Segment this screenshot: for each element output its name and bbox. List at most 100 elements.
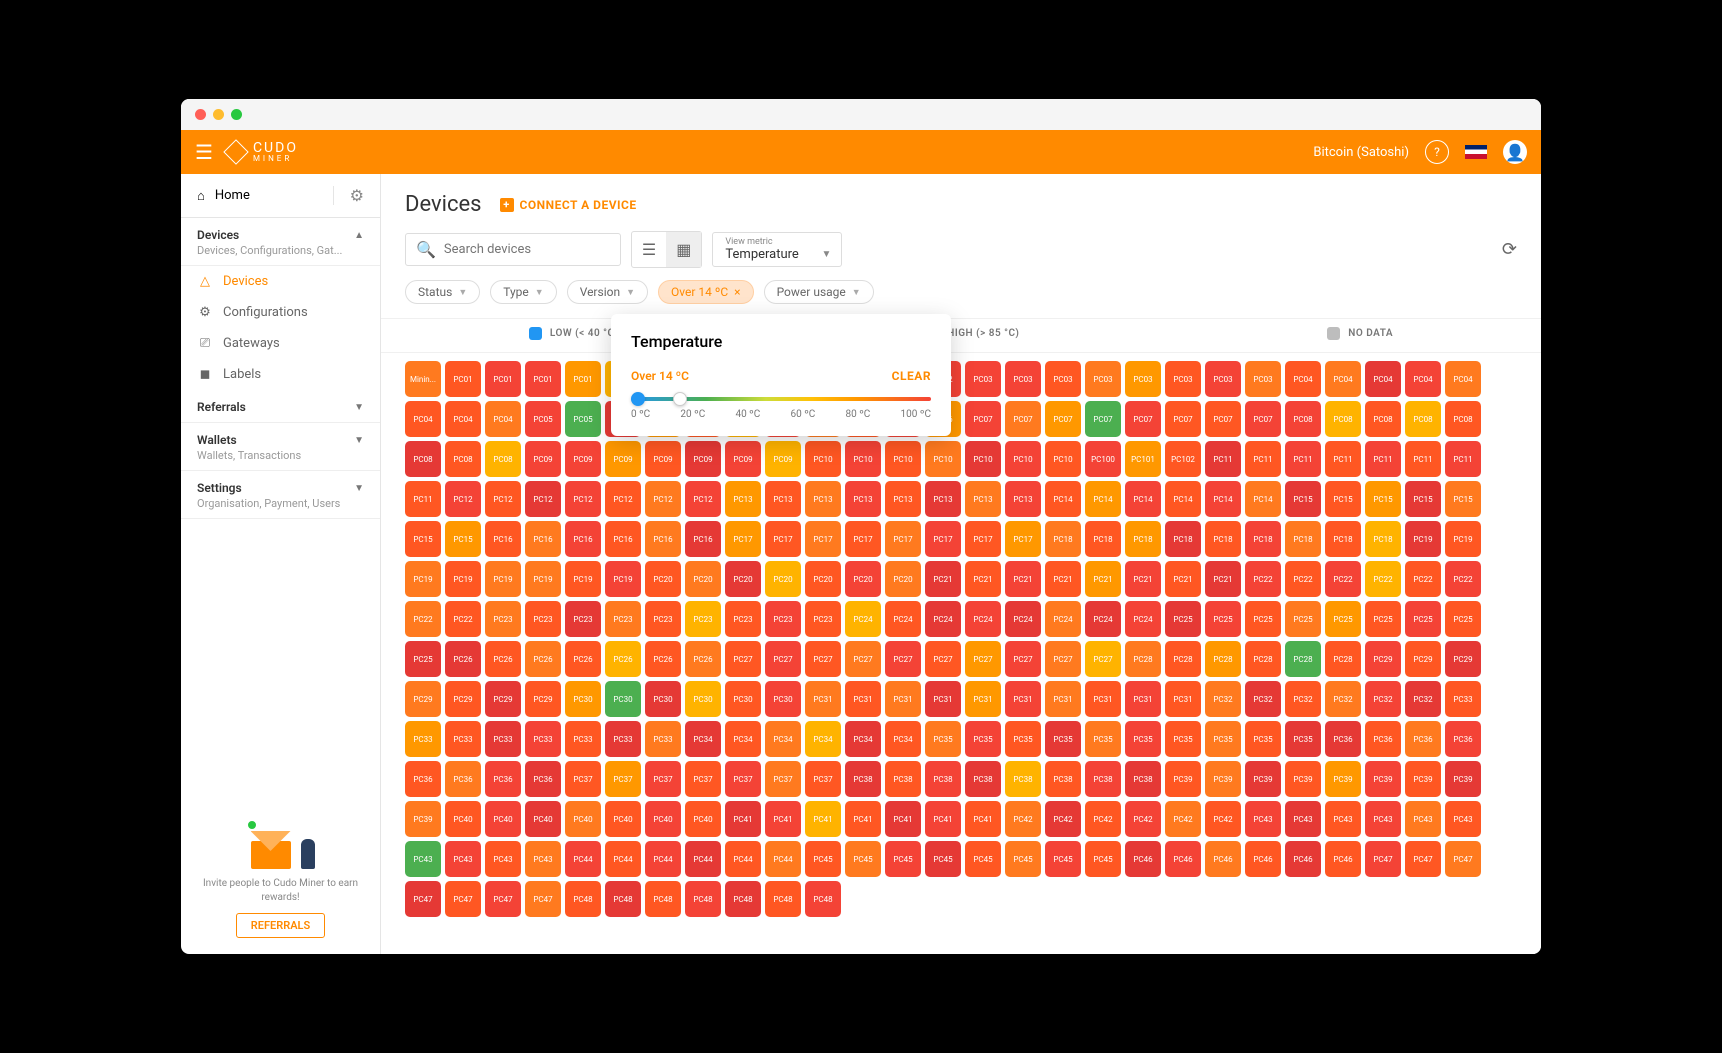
device-tile[interactable]: PC18 [1125,521,1161,557]
device-tile[interactable]: PC27 [1005,641,1041,677]
filter-chip[interactable]: Over 14 ºC× [658,280,754,304]
device-tile[interactable]: PC24 [1125,601,1161,637]
device-tile[interactable]: PC38 [1045,761,1081,797]
device-tile[interactable]: PC24 [965,601,1001,637]
device-tile[interactable]: PC43 [1245,801,1281,837]
device-tile[interactable]: PC18 [1365,521,1401,557]
device-tile[interactable]: PC11 [1285,441,1321,477]
slider-handle-max[interactable] [673,392,687,406]
device-tile[interactable]: PC18 [1085,521,1121,557]
device-tile[interactable]: PC19 [405,561,441,597]
device-tile[interactable]: PC10 [885,441,921,477]
device-tile[interactable]: PC21 [1085,561,1121,597]
device-tile[interactable]: PC36 [1325,721,1361,757]
device-tile[interactable]: PC47 [1445,841,1481,877]
sidebar-item[interactable]: △Devices [181,266,380,297]
device-tile[interactable]: PC38 [965,761,1001,797]
device-tile[interactable]: PC12 [685,481,721,517]
device-tile[interactable]: PC28 [1165,641,1201,677]
device-tile[interactable]: PC22 [1445,561,1481,597]
device-tile[interactable]: PC17 [1005,521,1041,557]
device-tile[interactable]: PC16 [685,521,721,557]
device-tile[interactable]: PC39 [405,801,441,837]
device-tile[interactable]: PC01 [565,361,601,397]
device-tile[interactable]: PC16 [605,521,641,557]
device-tile[interactable]: PC23 [645,601,681,637]
device-tile[interactable]: PC20 [765,561,801,597]
device-tile[interactable]: PC12 [565,481,601,517]
device-tile[interactable]: PC34 [685,721,721,757]
device-tile[interactable]: PC38 [1125,761,1161,797]
device-tile[interactable]: PC25 [1245,601,1281,637]
device-tile[interactable]: PC18 [1325,521,1361,557]
device-tile[interactable]: PC23 [765,601,801,637]
device-tile[interactable]: PC25 [1445,601,1481,637]
device-tile[interactable]: PC29 [405,681,441,717]
device-tile[interactable]: PC10 [1005,441,1041,477]
device-tile[interactable]: PC08 [1325,401,1361,437]
device-tile[interactable]: PC07 [965,401,1001,437]
device-tile[interactable]: PC34 [805,721,841,757]
device-tile[interactable]: PC46 [1165,841,1201,877]
device-tile[interactable]: PC21 [965,561,1001,597]
device-tile[interactable]: PC03 [1085,361,1121,397]
device-tile[interactable]: PC45 [925,841,961,877]
device-tile[interactable]: PC03 [1245,361,1281,397]
device-tile[interactable]: PC37 [645,761,681,797]
device-tile[interactable]: PC31 [885,681,921,717]
device-tile[interactable]: PC35 [1205,721,1241,757]
device-tile[interactable]: PC27 [845,641,881,677]
device-tile[interactable]: PC41 [845,801,881,837]
device-tile[interactable]: PC05 [565,401,601,437]
device-tile[interactable]: PC41 [885,801,921,837]
device-tile[interactable]: PC36 [405,761,441,797]
device-tile[interactable]: PC43 [1285,801,1321,837]
device-tile[interactable]: PC42 [1205,801,1241,837]
device-tile[interactable]: PC36 [485,761,521,797]
device-tile[interactable]: PC15 [445,521,481,557]
device-tile[interactable]: PC30 [725,681,761,717]
device-tile[interactable]: PC29 [1365,641,1401,677]
device-tile[interactable]: PC31 [1005,681,1041,717]
device-tile[interactable]: PC23 [685,601,721,637]
connect-device-button[interactable]: + CONNECT A DEVICE [500,198,637,212]
device-tile[interactable]: PC101 [1125,441,1161,477]
filter-chip[interactable]: Power usage▼ [764,280,874,304]
device-tile[interactable]: PC27 [925,641,961,677]
device-tile[interactable]: PC45 [1045,841,1081,877]
device-tile[interactable]: PC19 [525,561,561,597]
device-tile[interactable]: PC30 [605,681,641,717]
device-tile[interactable]: PC40 [445,801,481,837]
device-tile[interactable]: PC14 [1205,481,1241,517]
device-tile[interactable]: PC27 [885,641,921,677]
device-tile[interactable]: PC44 [605,841,641,877]
device-tile[interactable]: PC24 [925,601,961,637]
device-tile[interactable]: PC40 [565,801,601,837]
device-tile[interactable]: PC43 [1365,801,1401,837]
device-tile[interactable]: PC44 [645,841,681,877]
device-tile[interactable]: PC03 [1165,361,1201,397]
device-tile[interactable]: PC21 [1005,561,1041,597]
device-tile[interactable]: PC11 [1405,441,1441,477]
device-tile[interactable]: PC31 [805,681,841,717]
device-tile[interactable]: PC45 [1005,841,1041,877]
device-tile[interactable]: PC16 [565,521,601,557]
device-tile[interactable]: PC07 [1045,401,1081,437]
device-tile[interactable]: PC25 [405,641,441,677]
list-view-button[interactable]: ☰ [632,232,666,267]
device-tile[interactable]: PC38 [925,761,961,797]
sidebar-section[interactable]: Referrals▼ [181,390,380,423]
device-tile[interactable]: PC46 [1205,841,1241,877]
device-tile[interactable]: PC37 [765,761,801,797]
device-tile[interactable]: PC31 [845,681,881,717]
device-tile[interactable]: PC23 [805,601,841,637]
device-tile[interactable]: PC33 [525,721,561,757]
device-tile[interactable]: PC15 [1365,481,1401,517]
device-tile[interactable]: PC17 [805,521,841,557]
device-tile[interactable]: PC19 [605,561,641,597]
device-tile[interactable]: PC09 [725,441,761,477]
device-tile[interactable]: PC10 [845,441,881,477]
device-tile[interactable]: PC48 [725,881,761,917]
device-tile[interactable]: PC26 [645,641,681,677]
device-tile[interactable]: PC22 [445,601,481,637]
